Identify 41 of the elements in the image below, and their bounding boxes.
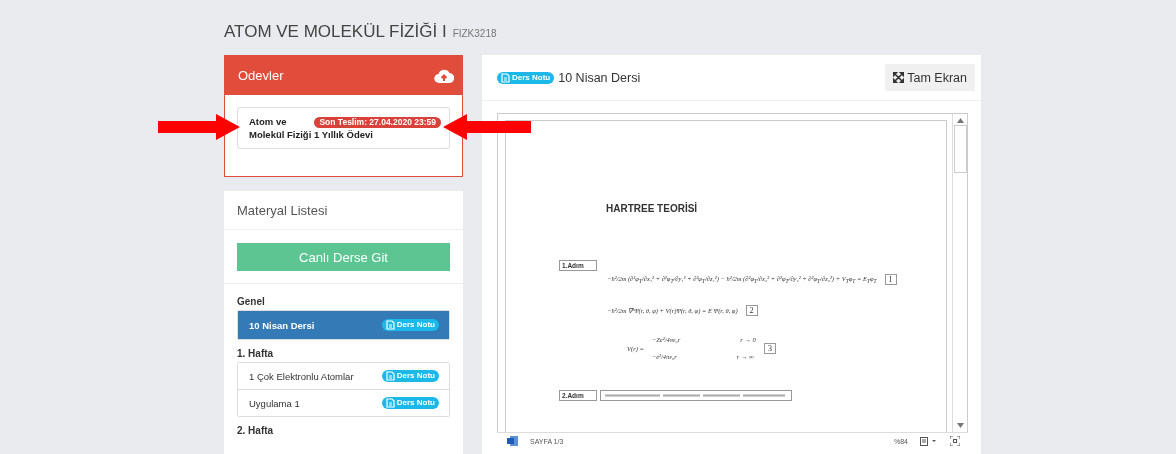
- document-icon: [385, 398, 395, 408]
- assignment-card[interactable]: Atom ve Son Teslim: 27.04.2020 23:59 Molekül Fiziği 1 Yıllık Ödevi: [237, 107, 450, 149]
- equation-number: 3: [763, 342, 776, 354]
- material-name: 1 Çok Elektronlu Atomlar: [249, 370, 354, 382]
- scroll-down-icon[interactable]: [956, 423, 964, 428]
- panel-title: Materyal Listesi: [237, 202, 328, 218]
- course-title: ATOM VE MOLEKÜL FİZİĞİ I: [224, 22, 447, 42]
- material-name: Uygulama 1: [249, 397, 300, 409]
- document-heading: HARTREE TEORİSİ: [605, 203, 699, 214]
- document-icon: [501, 72, 510, 83]
- material-item[interactable]: Uygulama 1 Ders Notu: [238, 389, 449, 416]
- fullscreen-icon[interactable]: [950, 436, 960, 446]
- course-code: FIZK3218: [452, 28, 497, 39]
- scrollbar[interactable]: [952, 114, 967, 432]
- expand-icon: [893, 72, 905, 83]
- arrow-icon: [158, 114, 240, 140]
- equation-number: 2: [745, 305, 758, 316]
- badge-label: Ders Notu: [396, 370, 435, 382]
- arrow-icon: [443, 114, 531, 140]
- badge-label: Ders Notu: [512, 71, 551, 84]
- assignment-name: Atom ve: [249, 115, 287, 128]
- document-app-icon: [507, 436, 518, 446]
- equation-number: 1: [884, 274, 897, 285]
- material-item[interactable]: 10 Nisan Dersi Ders Notu: [238, 311, 449, 339]
- assignment-name: Molekül Fiziği 1 Yıllık Ödevi: [249, 128, 374, 141]
- panel-title: Odevler: [238, 68, 284, 83]
- group-title: 2. Hafta: [237, 425, 275, 436]
- deadline-badge: Son Teslim: 27.04.2020 23:59: [314, 116, 441, 128]
- cloud-upload-icon[interactable]: [434, 67, 454, 84]
- scrollbar-thumb[interactable]: [953, 125, 967, 173]
- badge-label: Ders Notu: [396, 397, 435, 409]
- view-mode-icon[interactable]: [920, 436, 938, 446]
- material-name: 10 Nisan Dersi: [249, 319, 315, 331]
- document-icon: [385, 371, 395, 381]
- scroll-up-icon[interactable]: [956, 118, 964, 123]
- group-title: Genel: [237, 296, 266, 307]
- lesson-title: 10 Nisan Dersi: [558, 70, 642, 85]
- badge-label: Ders Notu: [396, 319, 435, 331]
- fullscreen-button[interactable]: Tam Ekran: [885, 64, 975, 91]
- group-title: 1. Hafta: [237, 348, 275, 359]
- document-icon: [385, 320, 395, 330]
